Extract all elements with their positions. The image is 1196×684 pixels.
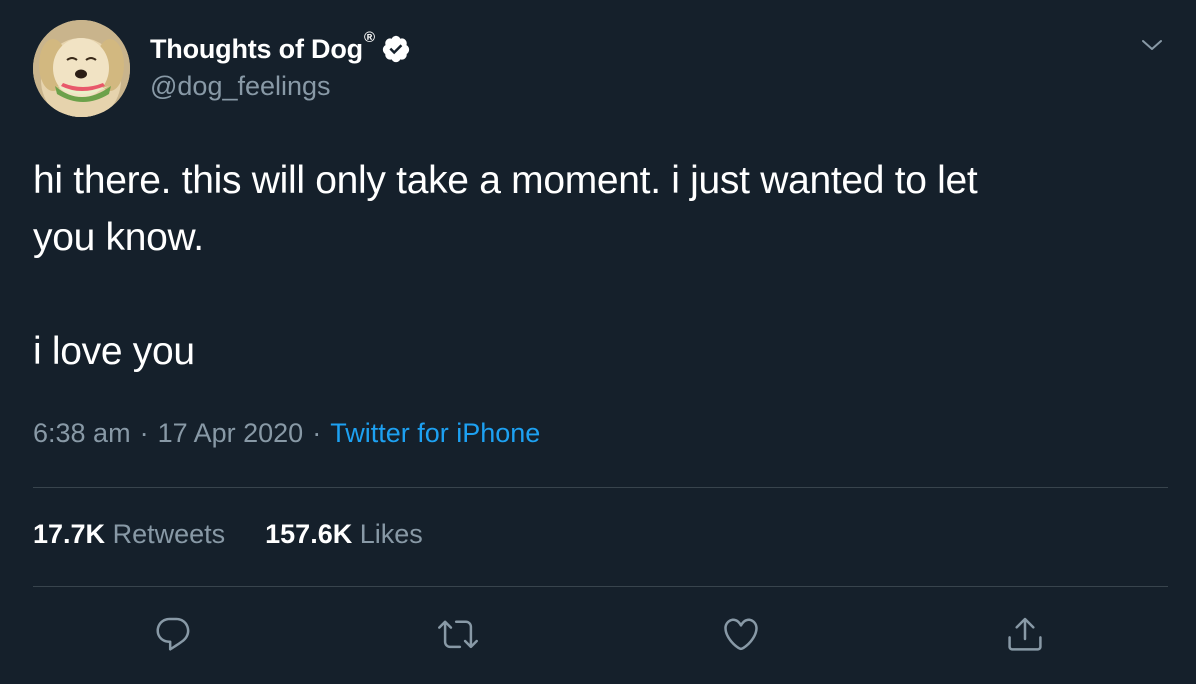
retweets-label: Retweets [112, 519, 226, 549]
reply-icon [156, 617, 190, 651]
tweet-meta: 6:38 am · 17 Apr 2020 · Twitter for iPhone [33, 418, 540, 449]
dog-avatar-icon [33, 20, 130, 117]
divider [33, 487, 1168, 488]
share-icon [1008, 617, 1042, 651]
like-icon [724, 618, 758, 651]
tweet-actions [0, 612, 1196, 662]
like-button[interactable] [719, 612, 763, 656]
meta-separator: · [312, 418, 322, 448]
tweet-text: hi there. this will only take a moment. … [33, 152, 1163, 380]
display-name-text: Thoughts of Dog [150, 33, 363, 64]
avatar[interactable] [33, 20, 130, 117]
author-handle[interactable]: @dog_feelings [150, 71, 331, 102]
chevron-down-icon[interactable] [1140, 33, 1164, 57]
author-name-row[interactable]: Thoughts of Dog® [150, 29, 411, 67]
likes-stat[interactable]: 157.6K Likes [265, 519, 423, 549]
retweet-button[interactable] [436, 612, 480, 656]
meta-separator: · [139, 418, 149, 448]
share-button[interactable] [1003, 612, 1047, 656]
tweet-source-link[interactable]: Twitter for iPhone [330, 418, 540, 448]
tweet-text-line: hi there. this will only take a moment. … [33, 159, 978, 202]
display-name[interactable]: Thoughts of Dog® [150, 29, 375, 65]
tweet-time[interactable]: 6:38 am [33, 418, 131, 448]
retweets-count: 17.7K [33, 519, 106, 549]
tweet-card: Thoughts of Dog® @dog_feelings hi there.… [0, 0, 1196, 684]
tweet-date[interactable]: 17 Apr 2020 [158, 418, 304, 448]
retweets-stat[interactable]: 17.7K Retweets [33, 519, 225, 549]
registered-mark: ® [363, 28, 375, 46]
divider [33, 586, 1168, 587]
likes-label: Likes [359, 519, 423, 549]
retweet-icon [438, 620, 478, 649]
tweet-stats: 17.7K Retweets 157.6K Likes [33, 519, 423, 550]
reply-button[interactable] [151, 612, 195, 656]
tweet-text-line: i love you [33, 330, 195, 373]
verified-badge-icon [382, 35, 409, 63]
likes-count: 157.6K [265, 519, 353, 549]
tweet-text-line: you know. [33, 216, 204, 259]
